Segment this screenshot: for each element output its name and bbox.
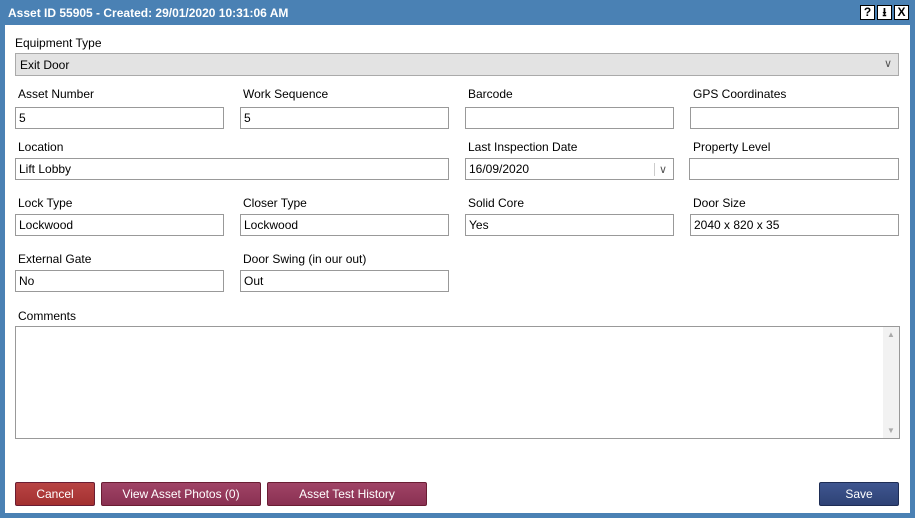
solid-core-input[interactable] — [465, 214, 674, 236]
lock-type-input[interactable] — [15, 214, 224, 236]
closer-type-input[interactable] — [240, 214, 449, 236]
chevron-down-icon: ∨ — [883, 58, 892, 70]
scrollbar[interactable]: ▲ ▼ — [883, 327, 899, 438]
comments-textarea[interactable]: ▲ ▼ — [15, 326, 900, 439]
solid-core-label: Solid Core — [468, 196, 525, 210]
last-inspection-select[interactable]: 16/09/2020 ∨ — [465, 158, 674, 180]
lock-type-label: Lock Type — [18, 196, 73, 210]
equipment-type-label: Equipment Type — [15, 36, 102, 50]
last-inspection-label: Last Inspection Date — [468, 140, 578, 154]
asset-form: Equipment Type Exit Door ∨ Asset Number W… — [5, 25, 910, 513]
last-inspection-value: 16/09/2020 — [469, 162, 530, 176]
equipment-type-select[interactable]: Exit Door ∨ — [15, 53, 899, 76]
work-sequence-label: Work Sequence — [243, 87, 329, 101]
gps-input[interactable] — [690, 107, 899, 129]
download-icon[interactable]: ⭳ — [877, 5, 892, 20]
door-swing-input[interactable] — [240, 270, 449, 292]
door-swing-label: Door Swing (in our out) — [243, 252, 367, 266]
external-gate-input[interactable] — [15, 270, 224, 292]
asset-number-label: Asset Number — [18, 87, 95, 101]
gps-label: GPS Coordinates — [693, 87, 787, 101]
door-size-input[interactable] — [690, 214, 899, 236]
property-level-input[interactable] — [689, 158, 899, 180]
view-asset-photos-button[interactable]: View Asset Photos (0) — [101, 482, 261, 506]
cancel-button[interactable]: Cancel — [15, 482, 95, 506]
comments-label: Comments — [18, 309, 77, 323]
asset-test-history-button[interactable]: Asset Test History — [267, 482, 427, 506]
close-icon[interactable]: X — [894, 5, 909, 20]
barcode-label: Barcode — [468, 87, 513, 101]
external-gate-label: External Gate — [18, 252, 92, 266]
location-input[interactable] — [15, 158, 449, 180]
door-size-label: Door Size — [693, 196, 746, 210]
save-button[interactable]: Save — [819, 482, 899, 506]
location-label: Location — [18, 140, 64, 154]
barcode-input[interactable] — [465, 107, 674, 129]
property-level-label: Property Level — [693, 140, 771, 154]
window-title: Asset ID 55905 - Created: 29/01/2020 10:… — [8, 6, 289, 20]
equipment-type-value: Exit Door — [20, 58, 70, 72]
help-icon[interactable]: ? — [860, 5, 875, 20]
asset-number-input[interactable] — [15, 107, 224, 129]
closer-type-label: Closer Type — [243, 196, 307, 210]
work-sequence-input[interactable] — [240, 107, 449, 129]
chevron-down-icon: ∨ — [653, 163, 667, 176]
